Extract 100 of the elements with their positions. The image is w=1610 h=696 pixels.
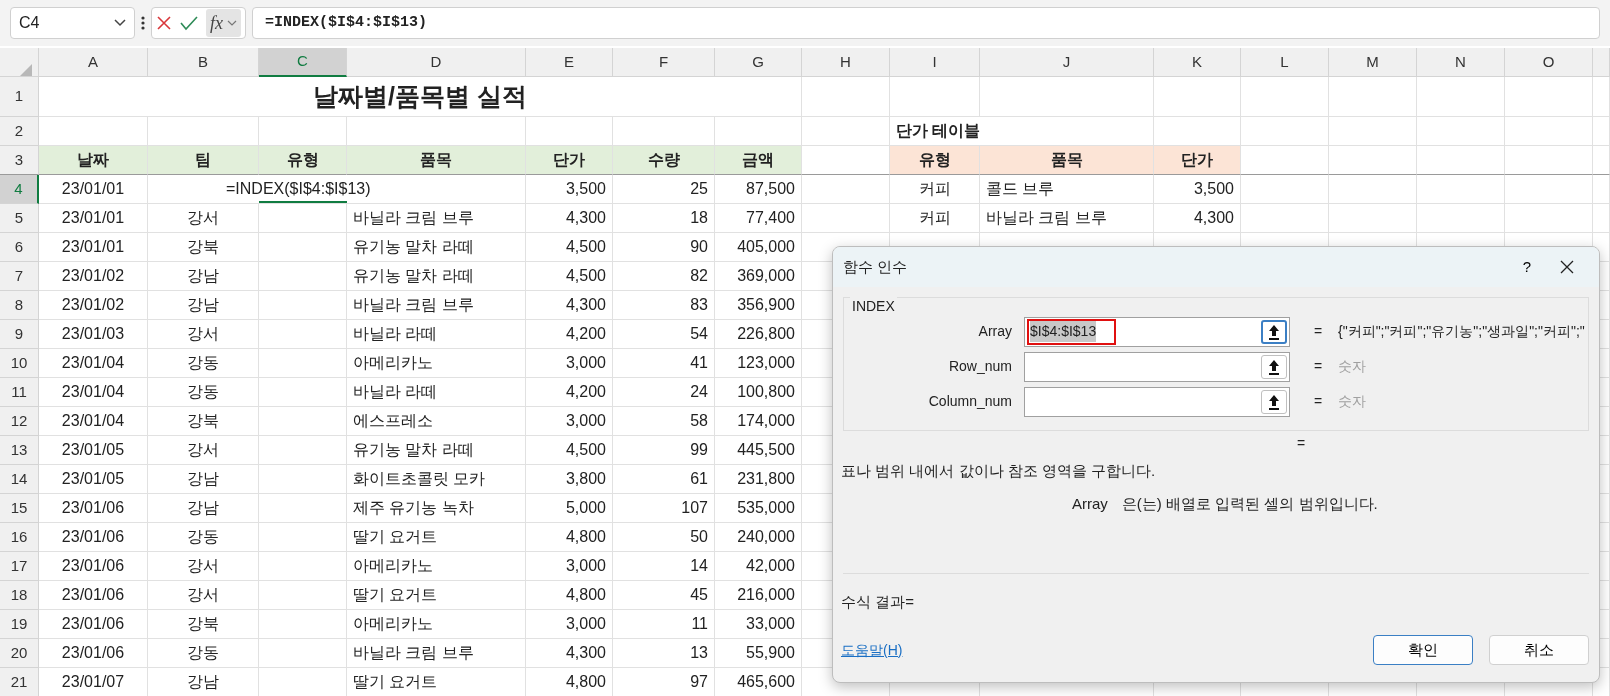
upload-icon[interactable] xyxy=(1268,323,1280,340)
row-header[interactable]: 19 xyxy=(0,610,39,639)
grid-cell[interactable] xyxy=(259,349,347,378)
row-header[interactable]: 17 xyxy=(0,552,39,581)
header-cell[interactable] xyxy=(1593,48,1610,77)
row-header[interactable]: 20 xyxy=(0,639,39,668)
grid-cell[interactable] xyxy=(259,378,347,407)
row-header[interactable]: 16 xyxy=(0,523,39,552)
grid-cell[interactable] xyxy=(1593,175,1610,204)
row-header[interactable]: 18 xyxy=(0,581,39,610)
grid-cell[interactable] xyxy=(1329,204,1417,233)
grid-cell[interactable] xyxy=(1154,77,1241,117)
column-header[interactable]: N xyxy=(1417,48,1505,77)
header-cell[interactable] xyxy=(0,48,39,77)
column-header[interactable]: J xyxy=(980,48,1154,77)
grid-cell[interactable] xyxy=(1593,204,1610,233)
grid-cell[interactable] xyxy=(1329,77,1417,117)
grid-cell[interactable] xyxy=(259,320,347,349)
column-header[interactable]: B xyxy=(148,48,259,77)
grid-cell[interactable] xyxy=(802,204,890,233)
grid-cell[interactable] xyxy=(259,639,347,668)
column-header[interactable]: H xyxy=(802,48,890,77)
grid-cell[interactable] xyxy=(259,407,347,436)
column-header[interactable]: L xyxy=(1241,48,1329,77)
column-header[interactable]: K xyxy=(1154,48,1241,77)
row-header[interactable]: 5 xyxy=(0,204,39,233)
column-header[interactable]: M xyxy=(1329,48,1417,77)
grid-cell[interactable] xyxy=(259,465,347,494)
row-header[interactable]: 7 xyxy=(0,262,39,291)
grid-cell[interactable] xyxy=(802,175,890,204)
row-header[interactable]: 6 xyxy=(0,233,39,262)
upload-icon[interactable] xyxy=(1268,393,1280,410)
grid-cell[interactable] xyxy=(259,233,347,262)
row-header[interactable]: 1 xyxy=(0,77,39,117)
column-header[interactable]: O xyxy=(1505,48,1593,77)
grid-cell[interactable] xyxy=(1417,146,1505,175)
row-header[interactable]: 14 xyxy=(0,465,39,494)
column-header[interactable]: A xyxy=(39,48,148,77)
row-header[interactable]: 13 xyxy=(0,436,39,465)
upload-icon[interactable] xyxy=(1268,358,1280,375)
grid-cell[interactable] xyxy=(802,77,890,117)
row-header[interactable]: 9 xyxy=(0,320,39,349)
check-icon[interactable] xyxy=(180,15,198,31)
grid-cell[interactable] xyxy=(980,77,1154,117)
collapse-button[interactable] xyxy=(1261,319,1287,344)
cancel-icon[interactable] xyxy=(156,15,172,31)
cell-editor[interactable]: =INDEX($I$4:$I$13) xyxy=(148,175,526,204)
column-header[interactable]: D xyxy=(347,48,526,77)
row-header[interactable]: 12 xyxy=(0,407,39,436)
row-header[interactable]: 11 xyxy=(0,378,39,407)
dialog-button[interactable]: 확인 xyxy=(1373,635,1473,665)
grid-cell[interactable] xyxy=(1329,175,1417,204)
grid-cell[interactable] xyxy=(1505,146,1593,175)
more-icon[interactable] xyxy=(141,15,145,31)
grid-cell[interactable] xyxy=(259,610,347,639)
grid-cell[interactable] xyxy=(259,291,347,320)
help-button[interactable]: ? xyxy=(1507,251,1547,283)
grid-cell[interactable] xyxy=(1417,175,1505,204)
column-header[interactable]: G xyxy=(715,48,802,77)
input-field[interactable]: $I$4:$I$13 xyxy=(1024,316,1290,347)
dialog-button[interactable]: 취소 xyxy=(1489,635,1589,665)
grid-cell[interactable] xyxy=(259,581,347,610)
grid-cell[interactable] xyxy=(259,204,347,233)
grid-cell[interactable] xyxy=(1329,117,1417,146)
grid-cell[interactable] xyxy=(1241,77,1329,117)
column-header[interactable]: F xyxy=(613,48,715,77)
row-header[interactable]: 10 xyxy=(0,349,39,378)
grid-cell[interactable] xyxy=(1417,204,1505,233)
help-link[interactable]: 도움말(H) xyxy=(841,639,903,661)
close-icon[interactable] xyxy=(1560,260,1574,274)
input-field[interactable] xyxy=(1024,386,1290,417)
grid-cell[interactable] xyxy=(1329,146,1417,175)
grid-cell[interactable] xyxy=(1505,204,1593,233)
grid-cell[interactable] xyxy=(1241,146,1329,175)
caret-icon[interactable] xyxy=(114,19,126,27)
grid-cell[interactable] xyxy=(1593,77,1610,117)
row-header[interactable]: 15 xyxy=(0,494,39,523)
collapse-button[interactable] xyxy=(1261,354,1287,379)
row-header[interactable]: 8 xyxy=(0,291,39,320)
grid-cell[interactable] xyxy=(1241,204,1329,233)
column-header[interactable]: I xyxy=(890,48,980,77)
grid-cell[interactable] xyxy=(259,262,347,291)
grid-cell[interactable] xyxy=(802,117,890,146)
grid-cell[interactable] xyxy=(1593,117,1610,146)
row-header[interactable]: 2 xyxy=(0,117,39,146)
grid-cell[interactable] xyxy=(259,494,347,523)
input-field[interactable] xyxy=(1024,351,1290,382)
grid-cell[interactable] xyxy=(259,552,347,581)
grid-cell[interactable] xyxy=(1417,117,1505,146)
column-header[interactable]: C xyxy=(259,48,347,77)
grid-cell[interactable] xyxy=(259,436,347,465)
grid-cell[interactable] xyxy=(1593,146,1610,175)
grid-cell[interactable] xyxy=(1241,175,1329,204)
grid-cell[interactable] xyxy=(1505,77,1593,117)
insert-function-button[interactable]: fx xyxy=(206,9,241,37)
collapse-button[interactable] xyxy=(1261,389,1287,414)
column-header[interactable]: E xyxy=(526,48,613,77)
grid-cell[interactable] xyxy=(1505,117,1593,146)
formula-field[interactable]: =INDEX($I$4:$I$13) xyxy=(252,7,1600,39)
row-header[interactable]: 3 xyxy=(0,146,39,175)
